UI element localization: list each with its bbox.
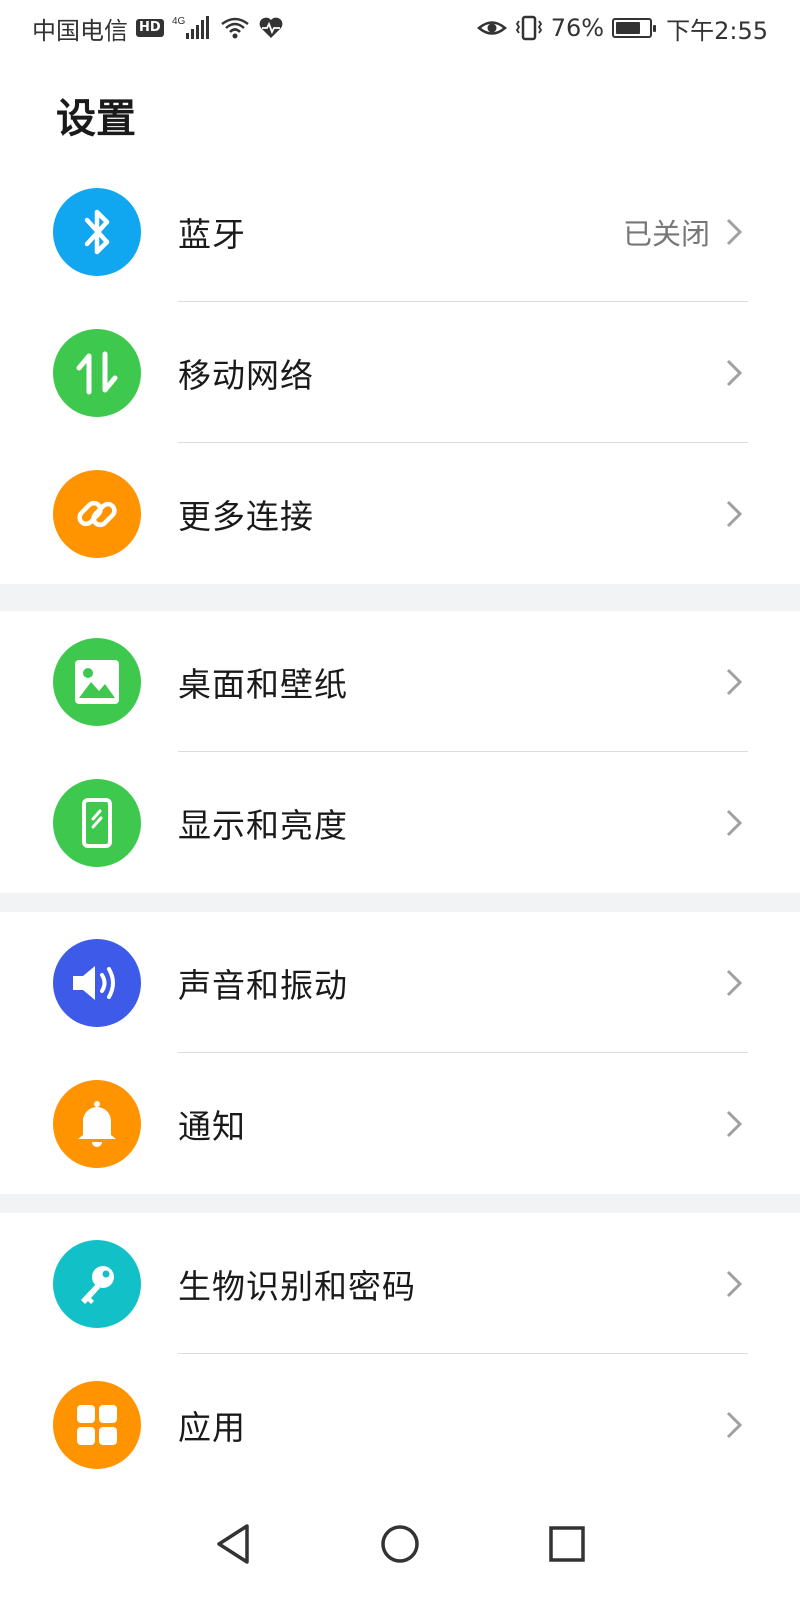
home-icon[interactable]: [378, 1522, 422, 1566]
clock: 下午2:55: [666, 16, 768, 45]
chevron-right-icon: [726, 218, 743, 245]
battery-percent: 76%: [550, 14, 605, 42]
heart-rate-icon: [258, 16, 284, 40]
back-icon[interactable]: [213, 1522, 253, 1566]
settings-group-connectivity: 蓝牙 已关闭 移动网络 更多连接: [0, 161, 800, 584]
setting-row-home-wallpaper[interactable]: 桌面和壁纸: [0, 611, 800, 752]
signal-icon: 4G: [172, 15, 212, 41]
chevron-right-icon: [726, 969, 743, 996]
chevron-right-icon: [726, 1110, 743, 1137]
setting-label: 蓝牙: [178, 214, 246, 254]
battery-icon: [612, 18, 657, 38]
status-bar-left: 中国电信 HD 4G: [32, 11, 284, 46]
wifi-icon: [220, 16, 250, 40]
chevron-right-icon: [726, 668, 743, 695]
key-icon: [53, 1239, 141, 1328]
setting-label: 通知: [178, 1106, 246, 1146]
setting-row-display-brightness[interactable]: 显示和亮度: [0, 752, 800, 893]
setting-row-notifications[interactable]: 通知: [0, 1053, 800, 1194]
chevron-right-icon: [726, 1270, 743, 1297]
mobile-data-icon: [53, 328, 141, 417]
setting-row-more-connections[interactable]: 更多连接: [0, 443, 800, 584]
apps-grid-icon: [53, 1380, 141, 1469]
network-type-label: 4G: [172, 16, 186, 27]
settings-screen: 中国电信 HD 4G 76% 下午2:55 设置 蓝牙 已关闭 移动网络 更多连…: [0, 0, 800, 1600]
settings-group-security-apps: 生物识别和密码 应用: [0, 1213, 800, 1495]
setting-label: 移动网络: [178, 355, 314, 395]
setting-row-biometrics-password[interactable]: 生物识别和密码: [0, 1213, 800, 1354]
setting-label: 桌面和壁纸: [178, 664, 348, 704]
setting-label: 应用: [178, 1407, 246, 1447]
chevron-right-icon: [726, 359, 743, 386]
chevron-right-icon: [726, 500, 743, 527]
settings-group-display: 桌面和壁纸 显示和亮度: [0, 611, 800, 893]
setting-row-apps[interactable]: 应用: [0, 1354, 800, 1495]
display-icon: [53, 778, 141, 867]
setting-row-mobile-network[interactable]: 移动网络: [0, 302, 800, 443]
carrier-name: 中国电信: [32, 16, 128, 45]
setting-label: 生物识别和密码: [178, 1266, 416, 1306]
bell-icon: [53, 1079, 141, 1168]
setting-label: 显示和亮度: [178, 805, 348, 845]
wallpaper-icon: [53, 637, 141, 726]
status-bar: 中国电信 HD 4G 76% 下午2:55: [0, 0, 800, 56]
setting-label: 声音和振动: [178, 965, 348, 1005]
hd-icon: HD: [136, 19, 164, 37]
system-navigation-bar: [0, 1488, 800, 1600]
chevron-right-icon: [726, 1411, 743, 1438]
page-header: 设置: [0, 56, 800, 176]
status-bar-right: 76% 下午2:55: [476, 11, 768, 46]
setting-row-sound-vibration[interactable]: 声音和振动: [0, 912, 800, 1053]
link-icon: [53, 469, 141, 558]
chevron-right-icon: [726, 809, 743, 836]
eye-comfort-icon: [476, 17, 507, 39]
setting-status-value: 已关闭: [622, 216, 710, 251]
vibrate-icon: [515, 15, 543, 41]
page-title: 设置: [56, 96, 136, 142]
battery-fill: [616, 22, 641, 34]
settings-group-sound-notifications: 声音和振动 通知: [0, 912, 800, 1194]
recents-icon[interactable]: [547, 1524, 587, 1564]
bluetooth-icon: [53, 187, 141, 276]
setting-label: 更多连接: [178, 496, 314, 536]
volume-icon: [53, 938, 141, 1027]
setting-row-bluetooth[interactable]: 蓝牙 已关闭: [0, 161, 800, 302]
